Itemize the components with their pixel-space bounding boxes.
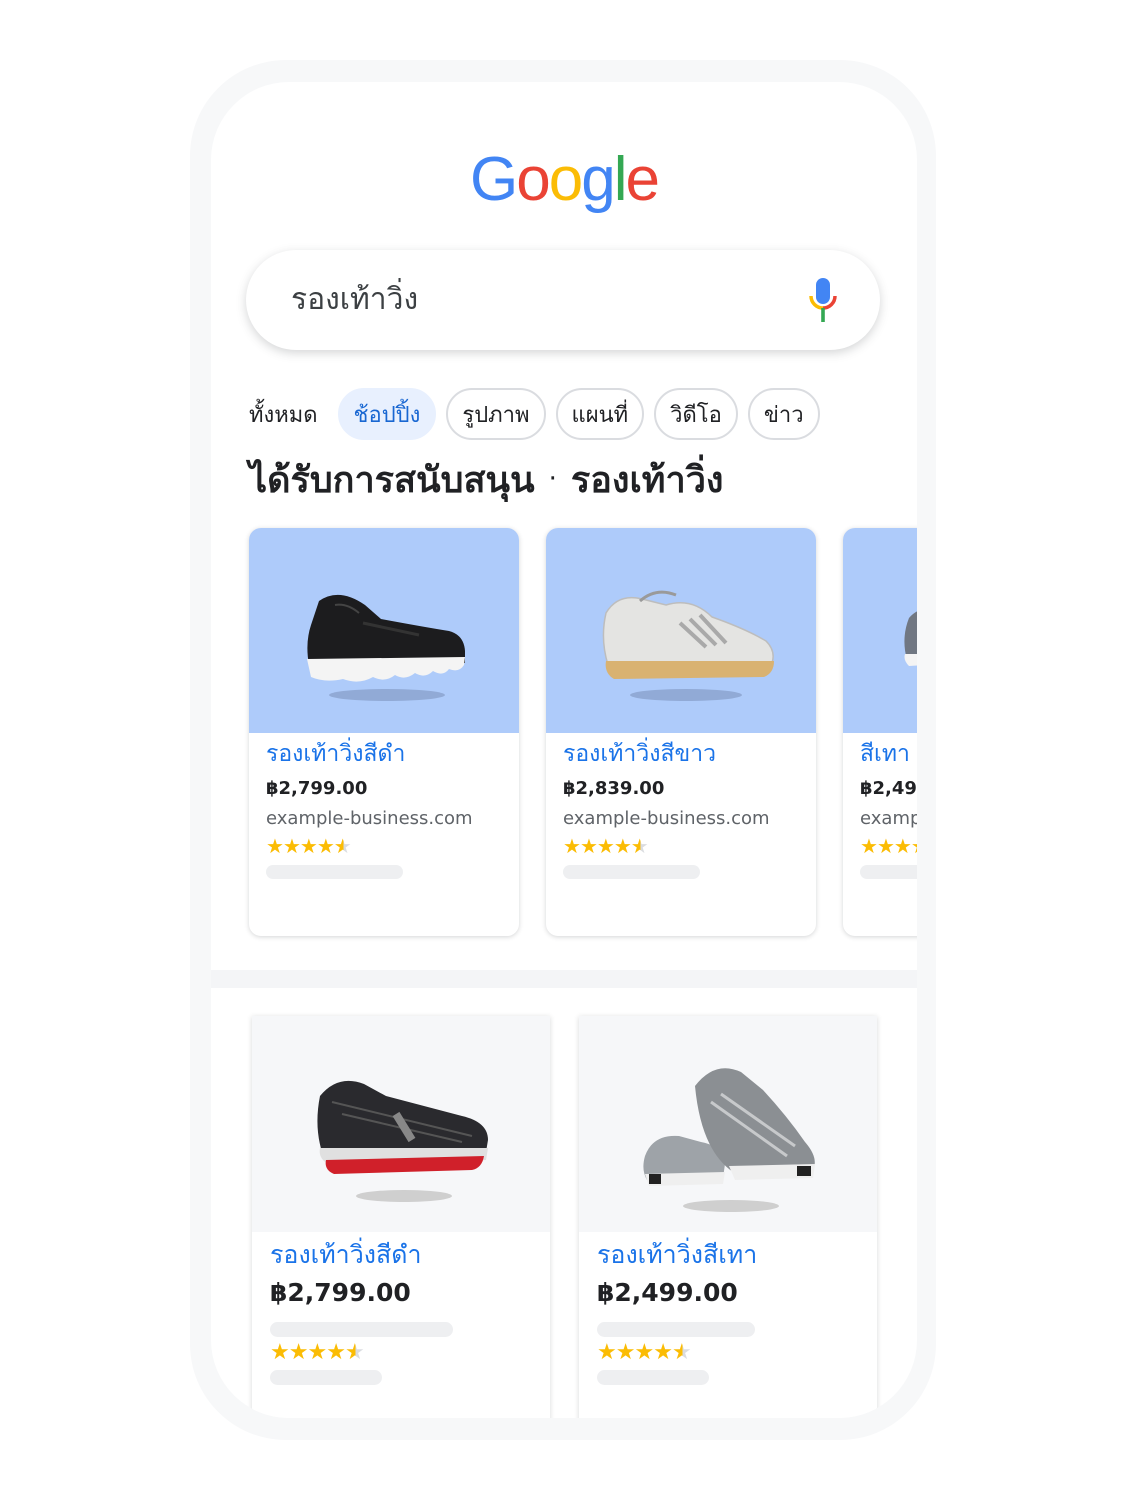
star-icon: ★ [613,834,632,858]
star-icon: ★ [326,1340,346,1365]
half-star-icon: ★ [344,1340,365,1365]
product-image[interactable] [252,1016,550,1232]
star-icon: ★ [893,834,912,858]
star-rating: ★★★★★ [597,1340,692,1365]
gray-sneaker-image [904,611,917,666]
tab-videos[interactable]: วิดีโอ [654,388,738,440]
store-name: example-business.com [563,808,770,829]
star-rating: ★★★★★ [860,834,917,858]
product-image[interactable] [249,528,519,733]
product-card[interactable]: รองเท้าวิ่งสีดำ ฿2,799.00 example-busine… [249,528,519,936]
listing-price: ฿2,799.00 [270,1278,411,1307]
logo-letter: o [516,145,551,214]
sponsored-label: ได้รับการสนับสนุน [249,459,535,501]
logo-letter: o [548,145,584,214]
product-image[interactable] [579,1016,877,1232]
sponsored-heading: ได้รับการสนับสนุน · รองเท้าวิ่ง [249,454,724,504]
placeholder-bar [597,1322,755,1337]
product-price: ฿2,839.00 [563,778,665,799]
star-rating: ★★★★★ [270,1340,365,1365]
product-image[interactable] [843,528,917,733]
product-title[interactable]: รองเท้าวิ่งสีขาว [563,736,716,772]
product-image[interactable] [546,528,816,733]
star-rating: ★★★★★ [563,834,649,858]
half-star-icon: ★ [671,1340,692,1365]
listing-title[interactable]: รองเท้าวิ่งสีเทา [597,1235,757,1275]
placeholder-bar [563,865,700,879]
logo-letter: e [625,145,660,214]
placeholder-bar [597,1370,709,1385]
listing-card[interactable]: รองเท้าวิ่งสีเทา ฿2,499.00 ★★★★★ [579,1016,877,1418]
star-icon: ★ [596,834,615,858]
placeholder-bar [270,1322,453,1337]
tab-news[interactable]: ข่าว [747,388,820,440]
gray-sneakers-pair-image [643,1068,815,1212]
placeholder-bar [860,865,917,879]
star-icon: ★ [579,834,598,858]
mic-icon[interactable] [808,278,838,322]
star-icon: ★ [270,1340,290,1365]
star-icon: ★ [299,834,318,858]
section-divider [211,970,917,988]
half-star-icon: ★ [630,834,649,858]
product-title[interactable]: สีเทา [860,736,910,772]
placeholder-bar [266,865,403,879]
search-input[interactable]: รองเท้าวิ่ง [291,280,418,320]
search-bar[interactable]: รองเท้าวิ่ง [246,250,880,350]
star-icon: ★ [316,834,335,858]
black-sneaker-image [307,594,465,701]
star-icon: ★ [860,834,878,858]
star-rating: ★★★★★ [266,834,352,858]
star-icon: ★ [288,1340,309,1365]
listing-card[interactable]: รองเท้าวิ่งสีดำ ฿2,799.00 ★★★★★ [252,1016,550,1418]
filter-tabs: ทั้งหมด ช้อปปิ้ง รูปภาพ แผนที่ วิดีโอ ข่… [249,387,820,441]
white-sneaker-image [602,590,774,701]
logo-letter: G [470,145,518,214]
star-icon: ★ [597,1340,617,1365]
listing-price: ฿2,499.00 [597,1278,738,1307]
half-star-icon: ★ [333,834,352,858]
logo-letter: l [613,145,628,214]
star-icon: ★ [876,834,895,858]
star-icon: ★ [266,834,284,858]
star-icon: ★ [307,1340,327,1365]
store-name: example-business.com [266,808,473,829]
store-name: example-business.com [860,808,917,829]
placeholder-bar [270,1370,382,1385]
product-price: ฿2,799.00 [266,778,368,799]
product-card[interactable]: สีเทา ฿2,499.00 example-business.com ★★★… [843,528,917,936]
separator-dot: · [548,464,557,494]
star-icon: ★ [282,834,301,858]
tab-images[interactable]: รูปภาพ [446,388,546,440]
star-icon: ★ [563,834,581,858]
phone-screen: G o o g l e รองเท้าวิ่ง ทั้งหมด ช้อปปิ้ง… [211,82,917,1418]
black-red-sneaker-image [317,1080,488,1202]
tab-all[interactable]: ทั้งหมด [249,397,328,432]
logo-letter: g [581,145,616,214]
star-icon: ★ [615,1340,636,1365]
product-card[interactable]: รองเท้าวิ่งสีขาว ฿2,839.00 example-busin… [546,528,816,936]
sponsored-query: รองเท้าวิ่ง [570,459,724,501]
product-price: ฿2,499.00 [860,778,917,799]
star-icon: ★ [653,1340,673,1365]
product-title[interactable]: รองเท้าวิ่งสีดำ [266,736,405,772]
listing-title[interactable]: รองเท้าวิ่งสีดำ [270,1235,422,1275]
star-icon: ★ [634,1340,654,1365]
google-logo: G o o g l e [211,140,917,220]
tab-shopping[interactable]: ช้อปปิ้ง [337,388,437,440]
tab-maps[interactable]: แผนที่ [555,388,645,440]
star-icon: ★ [911,834,917,858]
